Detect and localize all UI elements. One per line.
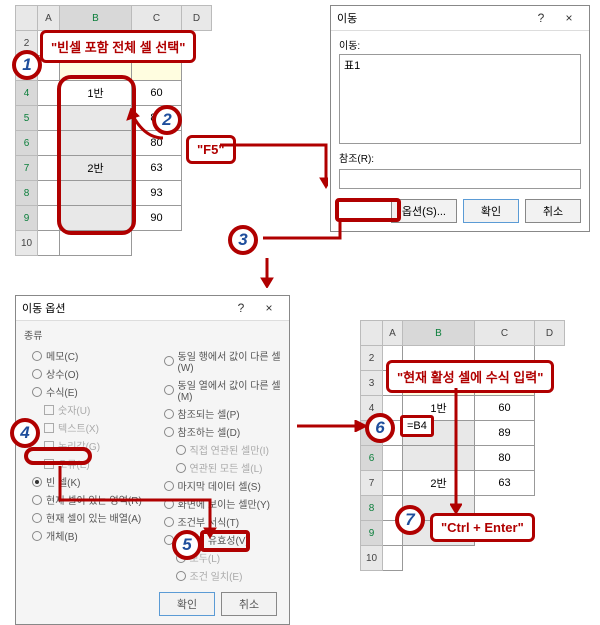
goto-dialog: 이동 ? × 이동: 표1 참조(R): 옵션(S)... 확인 취소 [330,5,590,232]
arrow-icon [255,218,345,288]
goto-list[interactable]: 표1 [339,54,581,144]
step-4: 4 [10,418,40,448]
col-header[interactable]: D [182,6,212,31]
ok-button[interactable]: 확인 [463,199,519,223]
col-header[interactable]: B [60,6,132,31]
arrow-icon [30,460,230,540]
help-button[interactable]: ? [527,11,555,25]
callout-ctrl-enter: "Ctrl + Enter" [430,513,535,542]
step-7: 7 [395,505,425,535]
callout-select-all: "빈셀 포함 전체 셀 선택" [40,30,196,63]
reference-label: 참조(R): [339,150,581,165]
arrow-icon [295,420,370,432]
arrow-icon [450,386,462,516]
special-button[interactable]: 옵션(S)... [391,199,457,223]
reference-input[interactable] [339,169,581,189]
close-button[interactable]: × [255,301,283,315]
corner-cell[interactable] [16,6,38,31]
group-label: 종류 [24,327,281,342]
col-header[interactable]: C [132,6,182,31]
ok-button[interactable]: 확인 [159,592,215,616]
step-3: 3 [228,225,258,255]
dialog-title: 이동 [337,10,527,26]
dialog-title: 이동 옵션 [22,300,227,316]
arrow-icon [218,140,328,190]
cancel-button[interactable]: 취소 [221,592,277,616]
goto-list-label: 이동: [339,37,581,52]
step-1: 1 [12,50,42,80]
close-button[interactable]: × [555,11,583,25]
col-header[interactable]: A [38,6,60,31]
help-button[interactable]: ? [227,301,255,315]
formula-input[interactable]: =B4 [400,415,434,437]
callout-formula: "현재 활성 셀에 수식 입력" [386,360,554,393]
arrow-icon [125,108,165,143]
cancel-button[interactable]: 취소 [525,199,581,223]
